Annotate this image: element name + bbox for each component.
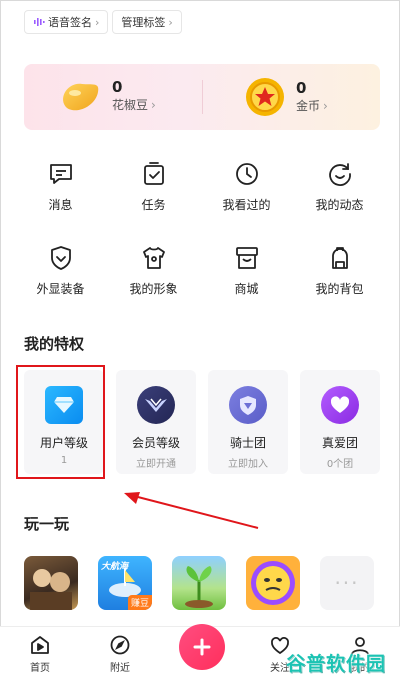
tab-label: 附近 (110, 663, 130, 674)
grid-item-task[interactable]: 任务 (107, 160, 200, 213)
grid-item-label: 我的背包 (315, 282, 364, 296)
privilege-title: 骑士团 (229, 436, 266, 450)
game-icon-3[interactable] (172, 556, 226, 610)
coin-balance[interactable]: 0 金币 › (244, 76, 328, 118)
privilege-subtitle: 0个团 (326, 459, 354, 470)
grid-item-equipment[interactable]: 外显装备 (14, 244, 107, 297)
privilege-vip-level[interactable]: 会员等级 立即开通 (116, 370, 196, 474)
plus-icon (193, 638, 211, 656)
grid-item-moments[interactable]: 我的动态 (293, 160, 386, 213)
privilege-knights[interactable]: 骑士团 立即加入 (208, 370, 288, 474)
grid-item-label: 外显装备 (36, 282, 85, 296)
watermark: 谷普软件园 (285, 653, 386, 675)
store-icon (235, 247, 258, 269)
chevron-right-icon: › (168, 15, 173, 29)
grid-item-label: 商城 (234, 282, 259, 296)
grid-item-store[interactable]: 商城 (200, 244, 293, 297)
grid-item-backpack[interactable]: 我的背包 (293, 244, 386, 297)
grid-item-label: 我的动态 (315, 198, 364, 212)
tshirt-icon (142, 247, 165, 269)
home-play-icon (31, 636, 49, 654)
bean-label: 花椒豆 (112, 98, 149, 112)
knight-emblem-icon (229, 386, 267, 424)
privilege-true-love[interactable]: 真爱团 0个团 (300, 370, 380, 474)
wallet-card: 0 花椒豆 › 0 金币 › (24, 64, 380, 130)
manage-tags-tag[interactable]: 管理标签 › (112, 10, 182, 34)
grid-item-label: 任务 (141, 198, 166, 212)
voice-signature-tag[interactable]: 语音签名 › (24, 10, 109, 34)
annotation-arrow (124, 492, 259, 529)
tab-home[interactable]: 首页 (0, 627, 80, 678)
grid-item-label: 我看过的 (222, 198, 271, 212)
highlight-box (16, 365, 105, 479)
compass-icon (110, 635, 130, 655)
game-icon-2[interactable]: 大航海 赚豆 (98, 556, 152, 610)
coin-count: 0 (296, 79, 307, 97)
games-title: 玩一玩 (24, 515, 70, 533)
privilege-title: 真爱团 (321, 436, 358, 450)
grid-item-message[interactable]: 消息 (14, 160, 107, 213)
bag-icon (331, 247, 348, 269)
privilege-subtitle: 立即加入 (228, 459, 268, 470)
game-icon-4[interactable] (246, 556, 300, 610)
voice-signature-label: 语音签名 (48, 16, 92, 29)
task-icon (143, 162, 164, 185)
coin-label: 金币 (296, 99, 321, 113)
grid-item-history[interactable]: 我看过的 (200, 160, 293, 213)
waveform-icon (34, 18, 45, 26)
more-icon[interactable]: ··· (320, 556, 374, 610)
chevron-right-icon: › (95, 15, 100, 29)
tab-label: 首页 (30, 663, 50, 674)
profile-tags: 语音签名 › 管理标签 › (24, 10, 182, 34)
function-grid-row-1: 消息 任务 我看过的 我的动态 (14, 160, 386, 213)
shield-check-icon (50, 246, 71, 270)
message-icon (49, 164, 72, 184)
chevron-right-icon: › (151, 98, 156, 112)
clock-icon (235, 163, 258, 185)
refresh-smile-icon (328, 163, 351, 186)
create-button[interactable] (179, 624, 225, 670)
bean-count: 0 (112, 78, 123, 96)
coin-icon (246, 78, 284, 116)
games-list: 大航海 赚豆 ··· (24, 556, 374, 610)
bean-icon (63, 83, 99, 111)
chevron-right-icon: › (323, 99, 328, 113)
tab-nearby[interactable]: 附近 (80, 627, 160, 678)
privileges-title: 我的特权 (24, 335, 85, 353)
grid-item-label: 消息 (48, 198, 73, 212)
manage-tags-label: 管理标签 (121, 16, 166, 29)
grid-item-label: 我的形象 (129, 282, 178, 296)
function-grid-row-2: 外显装备 我的形象 商城 我的背包 (14, 244, 386, 297)
privilege-title: 会员等级 (131, 436, 180, 450)
game-badge: 赚豆 (127, 595, 152, 610)
game-icon-1[interactable] (24, 556, 78, 610)
bean-balance[interactable]: 0 花椒豆 › (58, 76, 156, 116)
wallet-divider (202, 80, 203, 114)
privilege-subtitle: 立即开通 (136, 459, 176, 470)
heart-hands-icon (321, 386, 359, 424)
grid-item-avatar-style[interactable]: 我的形象 (107, 244, 200, 297)
vip-wings-icon (137, 386, 175, 424)
